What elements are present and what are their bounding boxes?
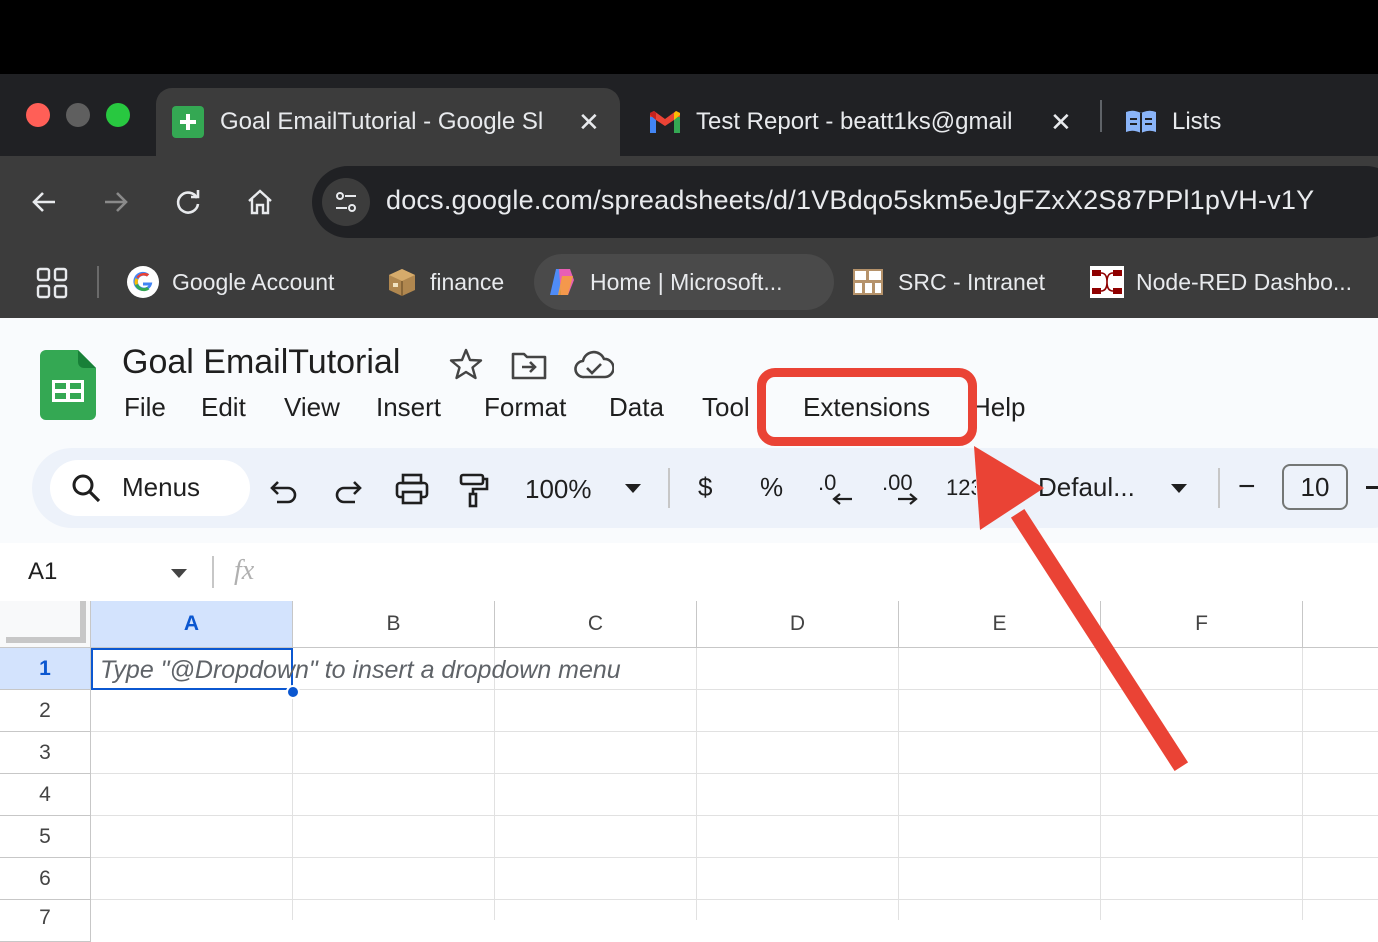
tune-icon xyxy=(336,192,356,212)
url-text: docs.google.com/spreadsheets/d/1VBdqo5sk… xyxy=(386,185,1315,215)
fx-icon: fx xyxy=(234,555,255,586)
bookmark-home-microsoft[interactable]: Home | Microsoft... xyxy=(534,254,834,310)
toolbar-divider xyxy=(668,468,670,508)
close-window-button[interactable] xyxy=(26,103,50,127)
copilot-icon xyxy=(550,269,574,295)
close-tab-icon[interactable]: ✕ xyxy=(578,107,600,138)
fill-handle[interactable] xyxy=(286,685,300,699)
name-box[interactable]: A1 xyxy=(28,558,57,586)
bookmark-google-account[interactable]: Google Account xyxy=(126,254,334,310)
annotation-highlight-box xyxy=(757,368,977,446)
menu-insert[interactable]: Insert xyxy=(376,392,441,423)
site-info-button[interactable] xyxy=(322,178,370,226)
tab-lists[interactable]: Lists xyxy=(1110,88,1378,156)
bookmarks-divider xyxy=(97,266,99,298)
bookmark-label: Node-RED Dashbo... xyxy=(1136,268,1353,295)
google-sheets-icon xyxy=(172,106,204,138)
column-header-d[interactable]: D xyxy=(697,601,899,648)
font-size-input[interactable]: 10 xyxy=(1282,464,1348,510)
back-button[interactable] xyxy=(22,180,66,224)
print-icon[interactable] xyxy=(394,472,430,511)
menu-tools[interactable]: Tool xyxy=(702,392,760,423)
row-header-1[interactable]: 1 xyxy=(0,648,91,690)
menu-help[interactable]: Help xyxy=(972,392,1025,423)
menu-edit[interactable]: Edit xyxy=(201,392,246,423)
annotation-arrow-icon xyxy=(974,446,1189,772)
row-header-7[interactable]: 7 xyxy=(0,900,91,942)
reload-icon xyxy=(176,190,200,214)
maximize-window-button[interactable] xyxy=(106,103,130,127)
column-header-g[interactable] xyxy=(1303,601,1378,648)
home-button[interactable] xyxy=(238,180,282,224)
window-title-area xyxy=(0,0,1378,74)
grid-logo-icon xyxy=(853,269,883,295)
zoom-dropdown-caret-icon[interactable] xyxy=(624,482,642,500)
redo-icon[interactable] xyxy=(332,474,364,511)
reload-button[interactable] xyxy=(166,180,210,224)
select-all-corner[interactable] xyxy=(0,601,91,648)
move-folder-icon[interactable] xyxy=(510,348,548,387)
arrow-right-icon xyxy=(105,192,128,212)
row-header-4[interactable]: 4 xyxy=(0,774,91,816)
bookmark-label: Home | Microsoft... xyxy=(590,268,783,295)
formula-divider xyxy=(212,556,214,588)
format-currency-button[interactable]: $ xyxy=(698,472,712,503)
row-header-3[interactable]: 3 xyxy=(0,732,91,774)
toolbar-divider xyxy=(1218,468,1220,508)
bookmark-label: Google Account xyxy=(172,268,335,295)
search-icon xyxy=(70,472,102,509)
tab-title: Lists xyxy=(1172,108,1222,135)
tab-title: Goal EmailTutorial - Google Sl xyxy=(220,108,544,135)
column-header-b[interactable]: B xyxy=(293,601,495,648)
menu-format[interactable]: Format xyxy=(484,392,566,423)
name-box-dropdown-icon[interactable] xyxy=(170,567,188,585)
bookmark-label: finance xyxy=(430,268,505,295)
paint-format-icon[interactable] xyxy=(458,472,490,513)
reading-list-icon xyxy=(1124,108,1158,136)
undo-icon[interactable] xyxy=(268,474,300,511)
column-header-c[interactable]: C xyxy=(495,601,697,648)
bookmark-src-intranet[interactable]: SRC - Intranet xyxy=(852,254,1045,310)
arrow-left-small-icon xyxy=(832,493,852,505)
node-red-icon xyxy=(1090,266,1124,298)
menu-view[interactable]: View xyxy=(284,392,340,423)
bookmark-node-red[interactable]: Node-RED Dashbo... xyxy=(1090,254,1352,310)
decrease-decimal-button[interactable]: .0 xyxy=(818,470,858,510)
star-icon[interactable] xyxy=(448,346,484,387)
sheets-logo-icon[interactable] xyxy=(40,350,96,425)
menu-data[interactable]: Data xyxy=(609,392,664,423)
search-menus-label: Menus xyxy=(122,472,201,502)
increase-font-size-button[interactable] xyxy=(1366,486,1378,489)
row-header-2[interactable]: 2 xyxy=(0,690,91,732)
bookmark-label: SRC - Intranet xyxy=(898,268,1045,295)
zoom-select[interactable]: 100% xyxy=(525,474,592,505)
document-title[interactable]: Goal EmailTutorial xyxy=(122,343,400,382)
tab-divider xyxy=(1100,100,1102,132)
arrow-right-small-icon xyxy=(898,493,918,505)
cloud-saved-icon[interactable] xyxy=(574,350,615,387)
forward-button[interactable] xyxy=(94,180,138,224)
home-icon xyxy=(248,189,272,215)
formula-input[interactable] xyxy=(270,552,1370,592)
increase-decimal-button[interactable]: .00 xyxy=(882,470,922,510)
apps-grid-icon[interactable] xyxy=(36,267,68,304)
cell-a1-placeholder: Type "@Dropdown" to insert a dropdown me… xyxy=(100,656,621,684)
row-header-5[interactable]: 5 xyxy=(0,816,91,858)
tab-title: Test Report - beatt1ks@gmail xyxy=(696,108,1013,135)
row-header-6[interactable]: 6 xyxy=(0,858,91,900)
minimize-window-button[interactable] xyxy=(66,103,90,127)
format-percent-button[interactable]: % xyxy=(760,472,783,503)
google-g-icon xyxy=(127,266,159,298)
menu-file[interactable]: File xyxy=(124,392,166,423)
arrow-left-icon xyxy=(32,192,55,212)
column-header-a[interactable]: A xyxy=(91,601,293,648)
font-size-value: 10 xyxy=(1300,471,1330,502)
gmail-icon xyxy=(648,109,682,135)
tab-goal-emailtutorial[interactable]: Goal EmailTutorial - Google Sl ✕ xyxy=(156,88,620,156)
close-tab-icon[interactable]: ✕ xyxy=(1050,107,1072,138)
bookmark-finance[interactable]: finance xyxy=(386,254,504,310)
decrease-font-size-button[interactable]: − xyxy=(1238,470,1256,504)
tab-test-report[interactable]: Test Report - beatt1ks@gmail ✕ xyxy=(640,88,1090,156)
package-icon xyxy=(389,269,415,296)
